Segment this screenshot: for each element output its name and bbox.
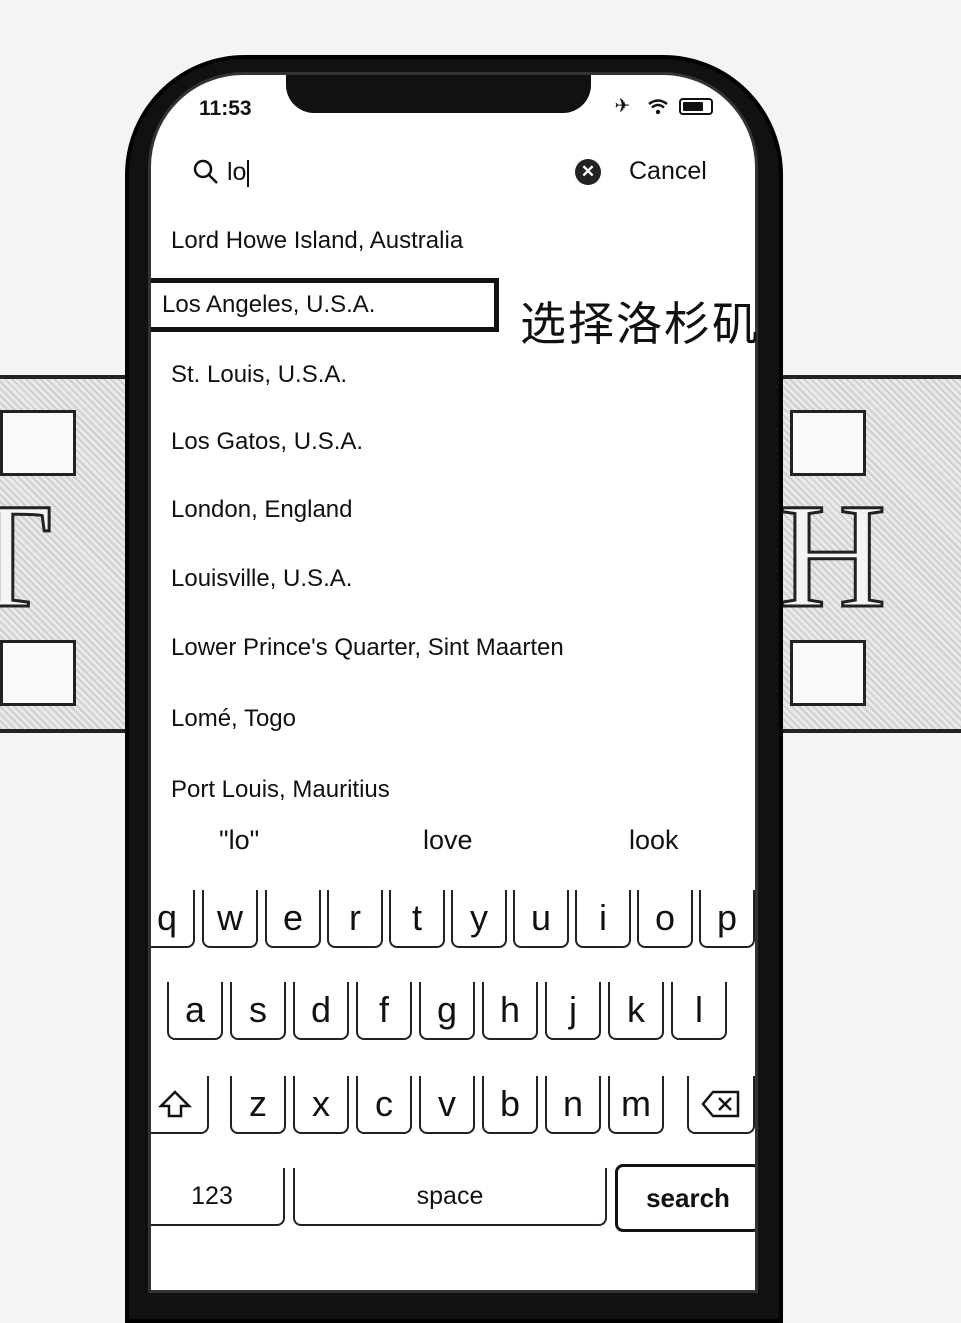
clear-icon[interactable]: ✕ bbox=[575, 159, 601, 185]
key-u[interactable]: u bbox=[513, 890, 569, 948]
text-caret bbox=[247, 159, 250, 187]
result-item-selected[interactable]: Los Angeles, U.S.A. bbox=[151, 278, 499, 332]
shift-key[interactable] bbox=[151, 1076, 209, 1134]
result-item[interactable]: St. Louis, U.S.A. bbox=[171, 361, 347, 389]
background-block bbox=[0, 410, 76, 476]
key-t[interactable]: t bbox=[389, 890, 445, 948]
key-e[interactable]: e bbox=[265, 890, 321, 948]
result-item[interactable]: Lower Prince's Quarter, Sint Maarten bbox=[171, 634, 564, 662]
key-a[interactable]: a bbox=[167, 982, 223, 1040]
status-time: 11:53 bbox=[199, 97, 252, 120]
key-p[interactable]: p bbox=[699, 890, 755, 948]
background-letters-left: T bbox=[0, 472, 58, 641]
notch bbox=[286, 75, 591, 113]
search-input[interactable]: lo bbox=[227, 158, 250, 187]
key-i[interactable]: i bbox=[575, 890, 631, 948]
background-letters-right: H bbox=[776, 472, 893, 641]
suggestion-item[interactable]: love bbox=[423, 825, 473, 856]
background-block bbox=[0, 640, 76, 706]
suggestion-item[interactable]: "lo" bbox=[219, 825, 259, 856]
suggestion-item[interactable]: look bbox=[629, 825, 679, 856]
search-key[interactable]: search bbox=[615, 1164, 755, 1232]
result-item[interactable]: Port Louis, Mauritius bbox=[171, 776, 390, 804]
delete-key[interactable] bbox=[687, 1076, 755, 1134]
key-f[interactable]: f bbox=[356, 982, 412, 1040]
annotation-text: 选择洛杉矶 bbox=[520, 297, 760, 351]
key-x[interactable]: x bbox=[293, 1076, 349, 1134]
search-bar: lo ✕ Cancel bbox=[189, 153, 729, 193]
shift-icon bbox=[158, 1090, 192, 1118]
result-item[interactable]: Lomé, Togo bbox=[171, 705, 296, 733]
key-j[interactable]: j bbox=[545, 982, 601, 1040]
key-s[interactable]: s bbox=[230, 982, 286, 1040]
key-l[interactable]: l bbox=[671, 982, 727, 1040]
cancel-button[interactable]: Cancel bbox=[629, 157, 707, 186]
key-k[interactable]: k bbox=[608, 982, 664, 1040]
battery-icon bbox=[679, 98, 713, 116]
key-m[interactable]: m bbox=[608, 1076, 664, 1134]
phone-screen: 11:53 ✈ lo ✕ Cancel Lord Howe Island, Au… bbox=[148, 72, 758, 1293]
search-query: lo bbox=[227, 158, 247, 186]
space-key[interactable]: space bbox=[293, 1168, 607, 1226]
key-z[interactable]: z bbox=[230, 1076, 286, 1134]
key-r[interactable]: r bbox=[327, 890, 383, 948]
result-item[interactable]: London, England bbox=[171, 496, 353, 524]
key-n[interactable]: n bbox=[545, 1076, 601, 1134]
background-block bbox=[790, 410, 866, 476]
key-w[interactable]: w bbox=[202, 890, 258, 948]
key-o[interactable]: o bbox=[637, 890, 693, 948]
wifi-icon bbox=[647, 96, 679, 117]
key-h[interactable]: h bbox=[482, 982, 538, 1040]
key-v[interactable]: v bbox=[419, 1076, 475, 1134]
airplane-icon: ✈ bbox=[614, 96, 637, 117]
result-item[interactable]: Los Gatos, U.S.A. bbox=[171, 428, 363, 456]
search-icon bbox=[193, 159, 218, 184]
numbers-key[interactable]: 123 bbox=[151, 1168, 285, 1226]
key-b[interactable]: b bbox=[482, 1076, 538, 1134]
key-c[interactable]: c bbox=[356, 1076, 412, 1134]
result-item[interactable]: Lord Howe Island, Australia bbox=[171, 227, 463, 255]
result-item[interactable]: Louisville, U.S.A. bbox=[171, 565, 352, 593]
status-icons: ✈ bbox=[615, 95, 713, 118]
key-q[interactable]: q bbox=[151, 890, 195, 948]
key-y[interactable]: y bbox=[451, 890, 507, 948]
key-d[interactable]: d bbox=[293, 982, 349, 1040]
background-block bbox=[790, 640, 866, 706]
key-g[interactable]: g bbox=[419, 982, 475, 1040]
delete-icon bbox=[701, 1090, 740, 1118]
